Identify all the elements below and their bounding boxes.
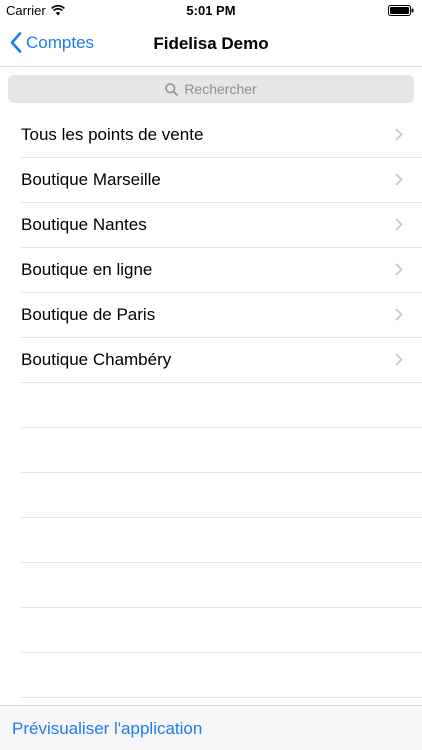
- list-item[interactable]: Boutique Marseille: [21, 158, 422, 203]
- list-item-label: Boutique Chambéry: [21, 350, 172, 369]
- preview-app-button[interactable]: Prévisualiser l'application: [12, 719, 202, 739]
- page-title: Fidelisa Demo: [153, 34, 269, 53]
- battery-icon: [388, 5, 414, 16]
- empty-row-separator: [21, 653, 422, 698]
- empty-row-separator: [21, 428, 422, 473]
- list-item[interactable]: Boutique Chambéry: [21, 338, 422, 383]
- list-item[interactable]: Boutique Nantes: [21, 203, 422, 248]
- navigation-bar: Comptes Fidelisa Demo: [0, 22, 422, 67]
- search-input[interactable]: Rechercher: [8, 75, 414, 103]
- empty-row-separator: [21, 473, 422, 518]
- search-placeholder: Rechercher: [184, 81, 257, 97]
- app-screen: Carrier 5:01 PM Comptes Fidelisa Demo Re…: [0, 0, 422, 750]
- chevron-right-icon: [395, 218, 403, 231]
- chevron-right-icon: [395, 128, 403, 141]
- chevron-right-icon: [395, 353, 403, 366]
- list-item[interactable]: Tous les points de vente: [21, 113, 422, 158]
- list-item-label: Boutique Nantes: [21, 215, 147, 234]
- empty-row-separator: [21, 518, 422, 563]
- list-item-label: Boutique en ligne: [21, 260, 153, 279]
- chevron-right-icon: [395, 263, 403, 276]
- chevron-right-icon: [395, 173, 403, 186]
- search-icon: [165, 82, 179, 96]
- bottom-toolbar: Prévisualiser l'application: [0, 705, 422, 750]
- empty-row-separator: [21, 608, 422, 653]
- empty-row-separator: [21, 563, 422, 608]
- list-item[interactable]: Boutique en ligne: [21, 248, 422, 293]
- list-item-label: Boutique de Paris: [21, 305, 156, 324]
- list-item-label: Tous les points de vente: [21, 125, 204, 144]
- empty-row-separator: [21, 383, 422, 428]
- chevron-right-icon: [395, 308, 403, 321]
- list-item-label: Boutique Marseille: [21, 170, 161, 189]
- store-list: Tous les points de vente Boutique Marsei…: [0, 113, 422, 698]
- status-time: 5:01 PM: [186, 3, 236, 18]
- status-bar: Carrier 5:01 PM: [0, 0, 422, 22]
- list-item[interactable]: Boutique de Paris: [21, 293, 422, 338]
- search-bar: Rechercher: [0, 67, 422, 111]
